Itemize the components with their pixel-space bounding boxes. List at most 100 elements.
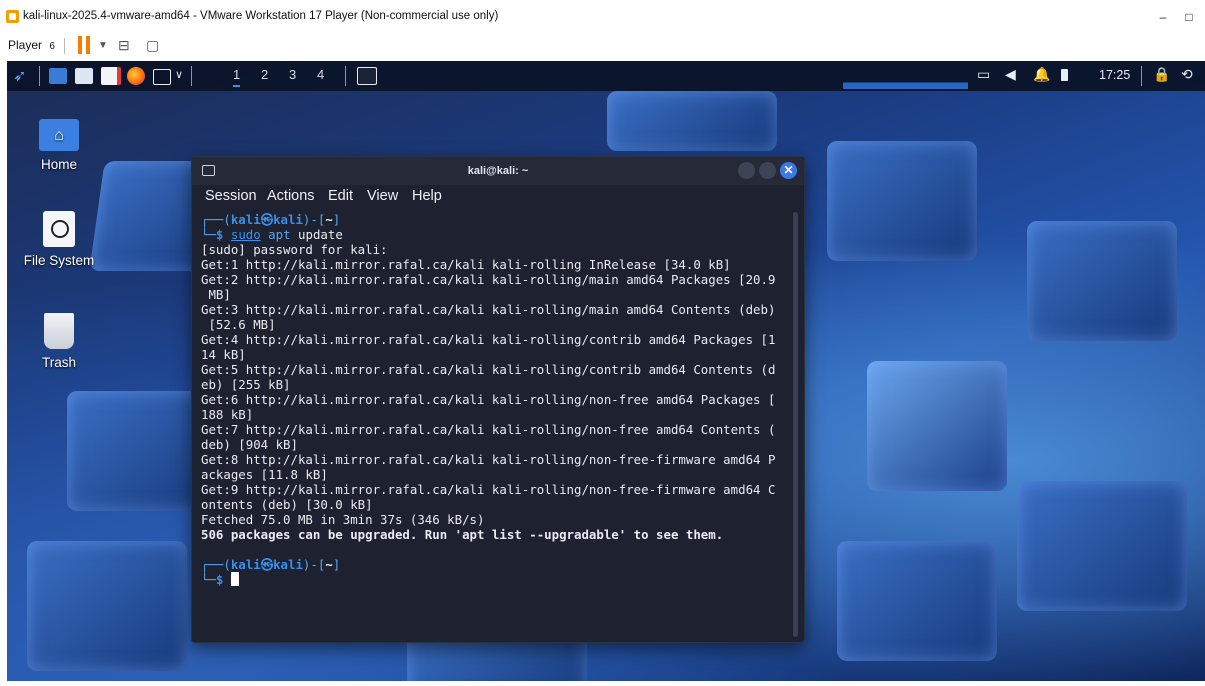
terminal-output[interactable]: ┌──(kali㉿kali)-[~] └─$ sudo apt update […	[201, 212, 786, 587]
player-menu[interactable]: Player 6	[8, 38, 55, 52]
player-menu-suffix: 6	[49, 41, 55, 52]
menu-view[interactable]: View	[367, 188, 398, 204]
output-line: Get:7 http://kali.mirror.rafal.ca/kali k…	[201, 422, 776, 437]
volume-icon[interactable]: ◀	[1005, 66, 1016, 83]
show-desktop-icon[interactable]	[49, 68, 67, 84]
desktop-home[interactable]: ⌂ Home	[19, 119, 99, 172]
panel-divider	[1141, 66, 1142, 86]
output-line: Fetched 75.0 MB in 3min 37s (346 kB/s)	[201, 512, 485, 527]
terminal-menubar: Session Actions Edit View Help	[192, 185, 804, 209]
host-title-bar: kali-linux-2025.4-vmware-amd64 - VMware …	[0, 0, 1205, 32]
wallpaper-cube	[1027, 221, 1177, 341]
prompt-host: kali	[273, 212, 303, 227]
wallpaper-cube	[27, 541, 187, 671]
desktop-trash[interactable]: Trash	[19, 313, 99, 370]
output-line: Get:2 http://kali.mirror.rafal.ca/kali k…	[201, 272, 776, 287]
prompt-user: kali	[230, 557, 261, 572]
pause-icon[interactable]	[78, 36, 92, 54]
close-terminal-button[interactable]: ✕	[780, 162, 797, 179]
output-line: Get:9 http://kali.mirror.rafal.ca/kali k…	[201, 482, 776, 497]
output-line: deb) [904 kB]	[201, 437, 298, 452]
trash-icon	[44, 313, 74, 349]
command-output: [sudo] password for kali: Get:1 http://k…	[201, 242, 775, 527]
top-panel: ➶ ∨ 1 2 3 4 ▭ ◀ 🔔 17:25 🔒 ⟲	[7, 61, 1205, 91]
output-line: MB]	[208, 287, 231, 302]
panel-divider	[345, 66, 346, 86]
output-line: ackages [11.8 kB]	[201, 467, 328, 482]
vmware-logo-icon	[6, 10, 19, 23]
output-line: [sudo] password for kali:	[201, 242, 388, 257]
workspace-1[interactable]: 1	[233, 67, 241, 87]
text-cursor	[230, 572, 239, 586]
chevron-down-icon[interactable]: ∨	[175, 68, 183, 88]
output-line: ontents (deb) [30.0 kB]	[201, 497, 373, 512]
prompt-char: $	[215, 227, 224, 242]
terminal-window[interactable]: kali@kali: ~ ✕ Session Actions Edit View…	[191, 156, 805, 643]
toolbar-divider	[64, 38, 65, 54]
output-line: eb) [255 kB]	[201, 377, 291, 392]
clock[interactable]: 17:25	[1099, 68, 1130, 82]
wallpaper-cube	[837, 541, 997, 661]
panel-divider	[191, 66, 192, 86]
logout-icon[interactable]: ⟲	[1181, 66, 1193, 83]
output-line: Get:6 http://kali.mirror.rafal.ca/kali k…	[201, 392, 776, 407]
menu-help[interactable]: Help	[412, 188, 442, 204]
cpu-graph	[843, 71, 968, 89]
display-icon[interactable]: ▭	[977, 66, 990, 83]
output-line: [52.6 MB]	[208, 317, 276, 332]
window-title: kali-linux-2025.4-vmware-amd64 - VMware …	[23, 10, 499, 22]
minimize-button[interactable]: –	[1152, 7, 1174, 27]
wallpaper-cube	[827, 141, 977, 261]
desktop-file-system[interactable]: File System	[19, 211, 99, 268]
output-line: Get:4 http://kali.mirror.rafal.ca/kali k…	[201, 332, 776, 347]
maximize-button[interactable]: □	[1178, 7, 1200, 27]
workspace-3[interactable]: 3	[289, 67, 296, 82]
vm-screen[interactable]: ➶ ∨ 1 2 3 4 ▭ ◀ 🔔 17:25 🔒 ⟲ ⌂ Home File …	[7, 61, 1205, 681]
drive-icon	[43, 211, 75, 247]
battery-icon[interactable]	[1061, 69, 1068, 81]
prompt-user: kali	[230, 212, 261, 227]
menu-session[interactable]: Session	[205, 188, 257, 204]
maximize-terminal-button[interactable]	[759, 162, 776, 179]
output-line: 188 kB]	[201, 407, 254, 422]
output-line: Get:5 http://kali.mirror.rafal.ca/kali k…	[201, 362, 776, 377]
home-folder-icon: ⌂	[39, 119, 79, 151]
file-manager-icon[interactable]	[75, 68, 93, 84]
minimize-terminal-button[interactable]	[738, 162, 755, 179]
terminal-scrollbar[interactable]	[793, 212, 798, 637]
player-toolbar: Player 6 ▼ ⊟ ▢	[0, 32, 1205, 60]
desktop-trash-label: Trash	[41, 355, 76, 370]
workspace-2[interactable]: 2	[261, 67, 268, 82]
devices-icon[interactable]: ⊟	[118, 37, 130, 54]
output-line: 14 kB]	[201, 347, 246, 362]
upgrade-summary: 506 packages can be upgraded. Run 'apt l…	[201, 527, 724, 542]
prompt-dir: ~	[325, 557, 333, 572]
kali-menu-icon[interactable]: ➶	[13, 66, 33, 86]
workspace-4[interactable]: 4	[317, 67, 324, 82]
output-line: Get:1 http://kali.mirror.rafal.ca/kali k…	[201, 257, 731, 272]
wallpaper-cube	[607, 91, 777, 151]
dropdown-arrow-icon[interactable]: ▼	[98, 40, 108, 51]
command-sudo: sudo	[230, 227, 261, 242]
command-apt: apt	[268, 227, 291, 242]
text-editor-icon[interactable]	[101, 67, 121, 85]
terminal-titlebar[interactable]: kali@kali: ~ ✕	[192, 157, 804, 185]
menu-actions[interactable]: Actions	[267, 188, 315, 204]
lock-icon[interactable]: 🔒	[1153, 66, 1170, 83]
firefox-icon[interactable]	[127, 67, 145, 85]
terminal-launcher-icon[interactable]	[153, 69, 171, 85]
output-line: Get:8 http://kali.mirror.rafal.ca/kali k…	[201, 452, 776, 467]
panel-divider	[39, 66, 40, 86]
wallpaper-cube	[867, 361, 1007, 491]
terminal-title: kali@kali: ~	[467, 165, 529, 177]
terminal-task-button[interactable]	[357, 67, 377, 85]
command-args: update	[290, 227, 343, 242]
fullscreen-icon[interactable]: ▢	[146, 37, 159, 54]
prompt-char: $	[215, 572, 224, 587]
notification-bell-icon[interactable]: 🔔	[1033, 66, 1050, 83]
prompt-host: kali	[273, 557, 303, 572]
prompt-dir: ~	[325, 212, 333, 227]
menu-edit[interactable]: Edit	[328, 188, 353, 204]
player-menu-label: Player	[8, 38, 43, 52]
wallpaper-cube	[1017, 481, 1187, 611]
